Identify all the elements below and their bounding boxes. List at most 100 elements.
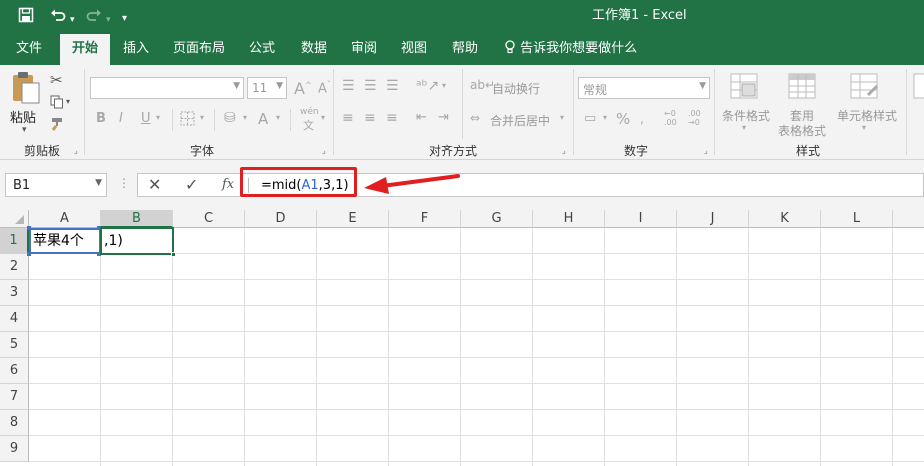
align-right-icon[interactable]: ≡ [386, 110, 398, 126]
column-header[interactable]: E [317, 210, 389, 228]
column-header-partial[interactable] [893, 210, 924, 228]
paste-label[interactable]: 粘贴 [10, 107, 36, 126]
select-all-corner[interactable] [0, 210, 29, 228]
column-header[interactable]: L [821, 210, 893, 228]
decrease-decimal-icon[interactable]: .00 →0 [688, 109, 701, 127]
cell-a1[interactable]: 苹果4个 [33, 228, 84, 254]
undo-dropdown-icon[interactable]: ▾ [70, 10, 75, 30]
align-middle-icon[interactable]: ☰ [364, 78, 377, 94]
underline-dropdown-icon[interactable]: ▾ [156, 113, 160, 122]
borders-dropdown-icon[interactable]: ▾ [200, 113, 204, 122]
tab-file[interactable]: 文件 [6, 34, 52, 65]
phonetic-dropdown-icon[interactable]: ▾ [321, 113, 325, 122]
italic-button[interactable]: I [119, 111, 123, 126]
borders-icon[interactable] [180, 111, 195, 129]
column-header[interactable]: F [389, 210, 461, 228]
redo-icon[interactable] [86, 7, 102, 28]
orientation-icon[interactable]: ᵃᵇ↗ [416, 78, 439, 94]
insert-function-icon[interactable]: fx [222, 177, 234, 192]
conditional-formatting-button[interactable]: 条件格式 [716, 107, 776, 124]
row-header[interactable]: 8 [0, 410, 29, 436]
enter-icon[interactable]: ✓ [185, 175, 198, 194]
number-format-combo[interactable]: 常规 ▼ [578, 77, 710, 99]
increase-decimal-icon[interactable]: ←0.00 [664, 109, 677, 127]
column-header[interactable]: C [173, 210, 245, 228]
underline-button[interactable]: U [141, 111, 151, 126]
cell-styles-button[interactable]: 单元格样式 [834, 107, 900, 124]
row-header[interactable]: 3 [0, 280, 29, 306]
drag-handle-icon[interactable]: ⋮ [118, 176, 130, 190]
cell-styles-icon[interactable] [850, 73, 880, 104]
bold-button[interactable]: B [96, 111, 106, 126]
redo-dropdown-icon[interactable]: ▾ [106, 10, 111, 30]
cancel-icon[interactable]: ✕ [148, 175, 161, 194]
tab-insert[interactable]: 插入 [114, 34, 158, 65]
fill-handle[interactable] [171, 252, 176, 257]
conditional-dropdown-icon[interactable]: ▾ [742, 123, 746, 132]
tab-view[interactable]: 视图 [392, 34, 436, 65]
decrease-indent-icon[interactable]: ⇤ [416, 110, 427, 125]
wrap-text-button[interactable]: 自动换行 [492, 80, 540, 97]
accounting-dropdown-icon[interactable]: ▾ [603, 113, 607, 122]
decrease-font-icon[interactable]: Aˇ [318, 80, 331, 96]
undo-icon[interactable] [50, 7, 66, 28]
align-top-icon[interactable]: ☰ [342, 78, 355, 94]
increase-font-icon[interactable]: A^ [294, 79, 312, 98]
column-header[interactable]: J [677, 210, 749, 228]
align-bottom-icon[interactable]: ☰ [386, 78, 399, 94]
cut-icon[interactable]: ✂ [50, 71, 63, 89]
column-header[interactable]: H [533, 210, 605, 228]
row-header[interactable]: 6 [0, 358, 29, 384]
row-header[interactable]: 2 [0, 254, 29, 280]
fill-color-dropdown-icon[interactable]: ▾ [243, 113, 247, 122]
copy-icon[interactable] [50, 95, 64, 112]
tell-me-box[interactable]: 告诉我你想要做什么 [504, 34, 637, 65]
merge-center-button[interactable]: 合并后居中 [490, 112, 550, 129]
clipboard-dialog-launcher-icon[interactable]: ⌟ [74, 146, 78, 155]
conditional-formatting-icon[interactable] [730, 73, 760, 104]
phonetic-guide-icon[interactable]: wén [300, 107, 319, 117]
row-header[interactable]: 9 [0, 436, 29, 462]
accounting-format-icon[interactable]: ▭ [584, 111, 596, 126]
alignment-dialog-launcher-icon[interactable]: ⌟ [562, 146, 566, 155]
align-center-icon[interactable]: ≡ [364, 110, 376, 126]
reference-handle[interactable] [27, 252, 31, 256]
column-header[interactable]: K [749, 210, 821, 228]
reference-handle[interactable] [27, 226, 31, 230]
fill-color-icon[interactable]: ⛁ [224, 110, 236, 126]
format-as-table-icon[interactable] [788, 73, 818, 104]
save-icon[interactable] [18, 7, 34, 28]
orientation-dropdown-icon[interactable]: ▾ [442, 81, 446, 90]
row-header-selected[interactable]: 1 [0, 228, 29, 254]
column-header[interactable]: I [605, 210, 677, 228]
column-header-selected[interactable]: B [101, 210, 173, 228]
tab-page-layout[interactable]: 页面布局 [166, 34, 232, 65]
comma-style-icon[interactable]: , [640, 112, 644, 126]
row-header[interactable]: 7 [0, 384, 29, 410]
format-painter-icon[interactable] [50, 117, 64, 134]
tab-review[interactable]: 审阅 [342, 34, 386, 65]
row-header[interactable]: 4 [0, 306, 29, 332]
spreadsheet-grid[interactable]: A B C D E F G H I J K L 1 2 3 4 5 6 7 8 … [0, 210, 924, 466]
tab-home[interactable]: 开始 [60, 34, 110, 65]
font-size-combo[interactable]: 11 ▼ [247, 77, 287, 99]
paste-icon[interactable] [10, 71, 42, 105]
font-name-combo[interactable]: ▼ [90, 77, 244, 99]
format-as-table-label-2[interactable]: 表格格式 [772, 122, 832, 139]
paste-dropdown-icon[interactable]: ▾ [22, 125, 27, 135]
increase-indent-icon[interactable]: ⇥ [438, 110, 449, 125]
merge-center-icon[interactable]: ⇔ [470, 111, 480, 125]
customize-toolbar-icon[interactable]: ▾ [122, 9, 127, 29]
tab-formulas[interactable]: 公式 [240, 34, 284, 65]
tab-data[interactable]: 数据 [292, 34, 336, 65]
font-color-dropdown-icon[interactable]: ▾ [276, 113, 280, 122]
name-box[interactable]: B1 ▼ [5, 173, 107, 197]
font-dialog-launcher-icon[interactable]: ⌟ [322, 146, 326, 155]
column-header[interactable]: D [245, 210, 317, 228]
column-header[interactable]: G [461, 210, 533, 228]
merge-dropdown-icon[interactable]: ▾ [560, 113, 564, 122]
cell-styles-dropdown-icon[interactable]: ▾ [862, 123, 866, 132]
font-color-icon[interactable]: A [258, 110, 268, 128]
row-header[interactable]: 5 [0, 332, 29, 358]
tab-help[interactable]: 帮助 [443, 34, 487, 65]
